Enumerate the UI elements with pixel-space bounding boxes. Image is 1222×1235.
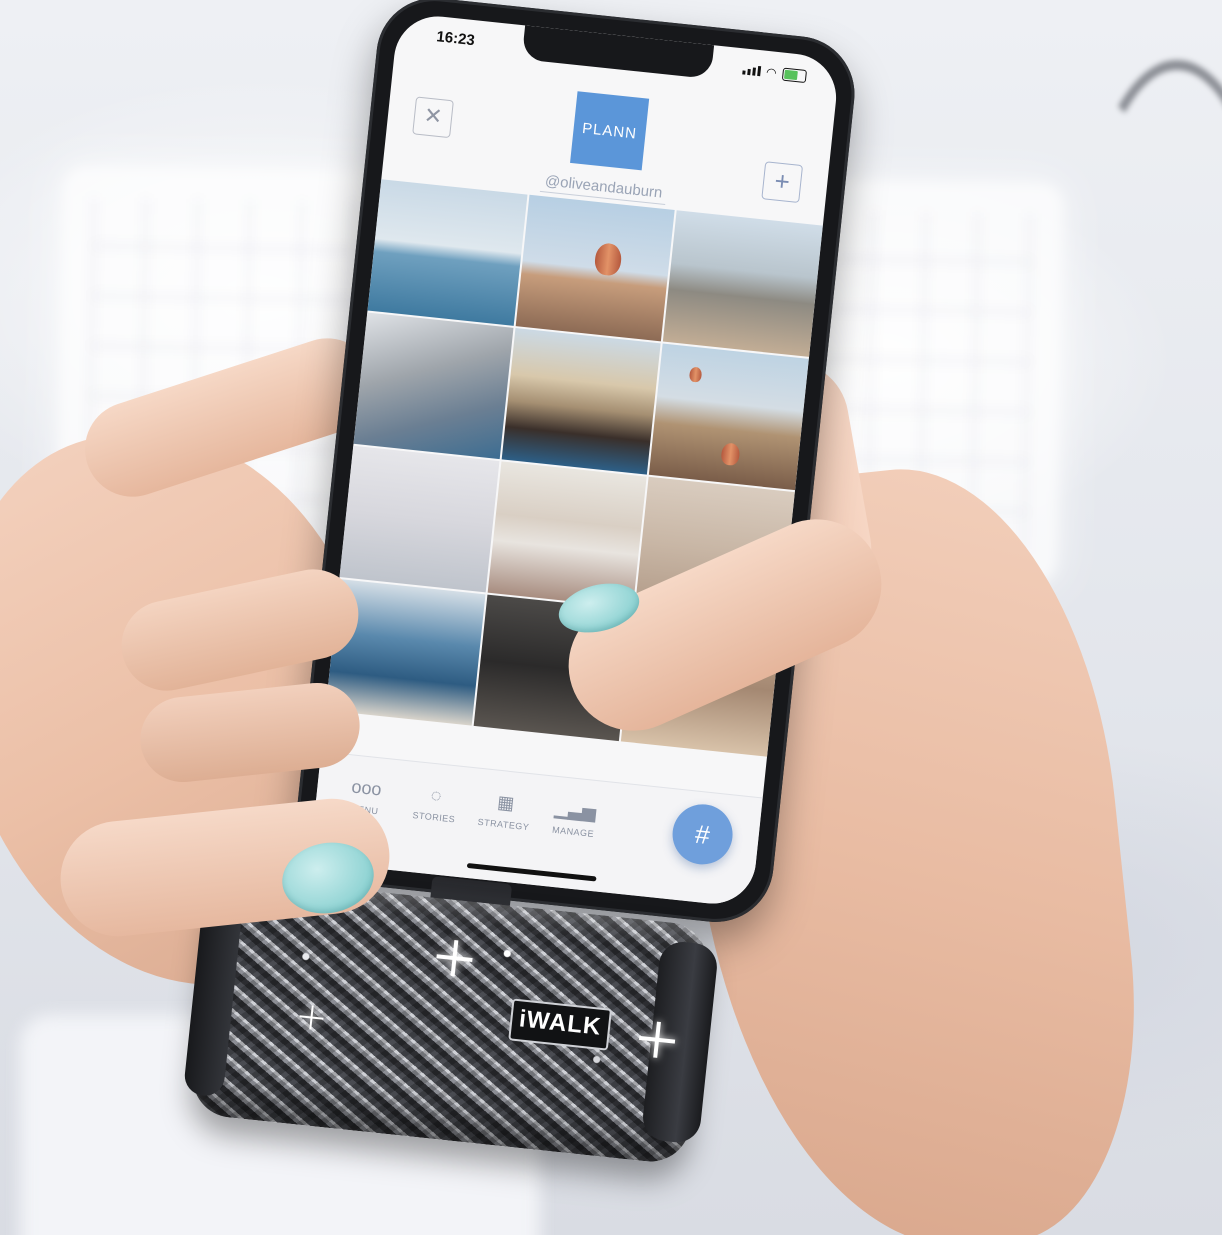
tab-label: STORIES — [412, 809, 456, 825]
tab-strategy[interactable]: ▦ STRATEGY — [468, 786, 542, 833]
sparkle-icon — [637, 1019, 677, 1060]
tab-label: MANAGE — [551, 824, 595, 840]
grid-photo[interactable] — [367, 179, 528, 326]
grid-photo[interactable] — [515, 194, 675, 342]
app-logo: PLANN — [570, 91, 650, 171]
status-time: 16:23 — [435, 28, 476, 50]
tab-stories[interactable]: ◌ STORIES — [399, 779, 473, 826]
strategy-grid-icon: ▦ — [496, 791, 516, 814]
sparkle-icon — [298, 1004, 325, 1031]
home-indicator — [466, 862, 597, 882]
hashtag-button[interactable]: # — [669, 801, 736, 868]
background-cable — [1072, 60, 1222, 600]
bar-chart-icon: ▁▃▅ — [553, 797, 598, 823]
grid-photo[interactable] — [501, 328, 661, 475]
sparkle-icon — [434, 938, 475, 978]
smartphone: 16:23 ◠ ✕ PLANN + @oliveandauburn ooo ◌ … — [289, 0, 861, 928]
signal-icon — [741, 64, 761, 77]
balloon-icon — [720, 442, 741, 467]
tab-manage[interactable]: ▁▃▅ MANAGE — [538, 793, 612, 840]
close-button[interactable]: ✕ — [412, 96, 454, 139]
photo-scene: 16:23 ◠ ✕ PLANN + @oliveandauburn ooo ◌ … — [0, 0, 1222, 1235]
tab-label: STRATEGY — [477, 816, 530, 833]
balloon-icon — [593, 242, 623, 277]
grid-photo[interactable] — [649, 343, 809, 491]
battery-icon — [781, 67, 808, 83]
grid-photo[interactable] — [663, 210, 823, 357]
balloon-icon — [689, 366, 703, 383]
photo-grid — [322, 179, 823, 792]
grid-photo[interactable] — [339, 445, 500, 593]
phone-screen: 16:23 ◠ ✕ PLANN + @oliveandauburn ooo ◌ … — [309, 12, 841, 908]
stories-icon: ◌ — [429, 784, 443, 806]
grid-photo[interactable] — [353, 312, 514, 460]
brand-logo: iWALK — [508, 998, 613, 1051]
wifi-icon: ◠ — [765, 64, 778, 80]
status-icons: ◠ — [741, 62, 808, 83]
